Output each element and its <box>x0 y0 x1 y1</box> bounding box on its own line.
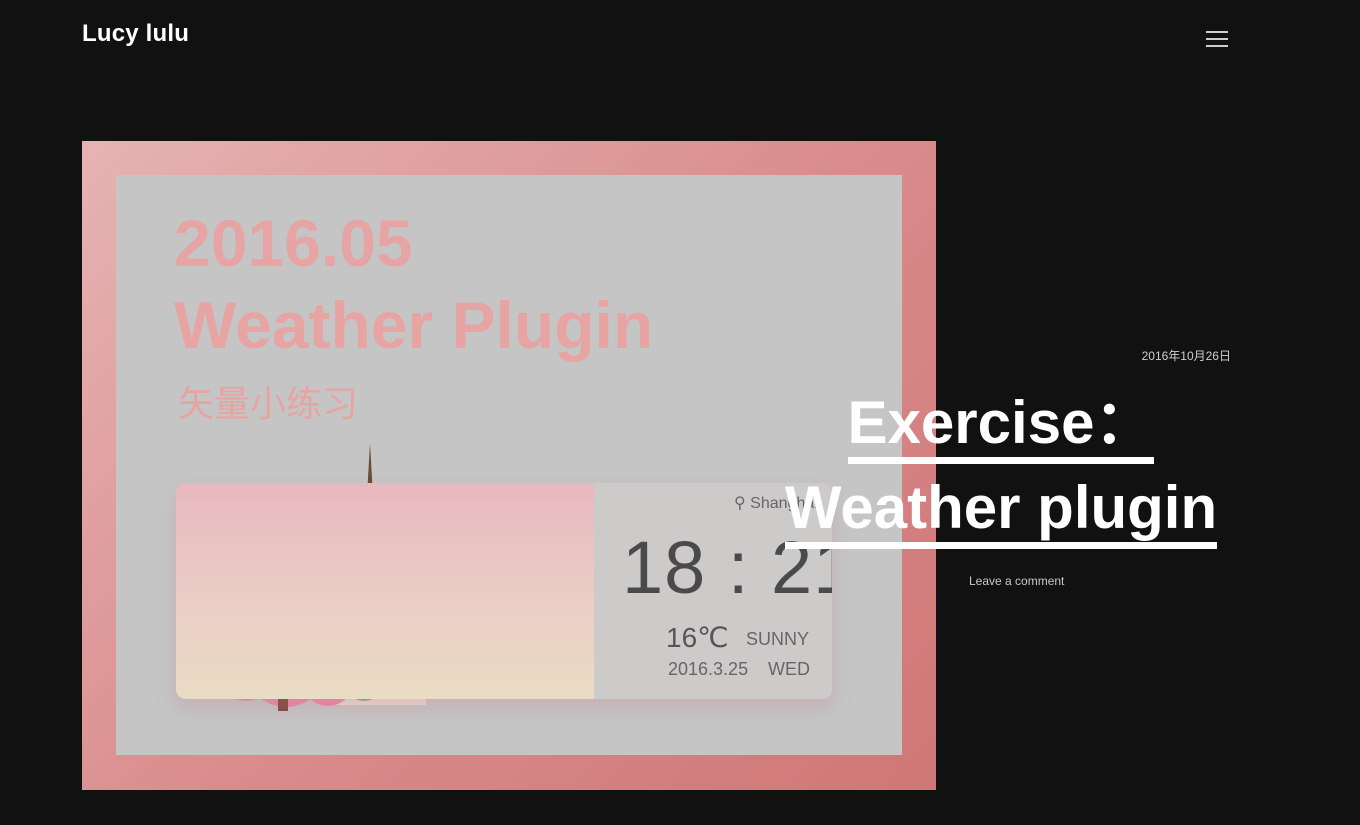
menu-bar <box>1206 31 1228 33</box>
hamburger-menu-icon[interactable] <box>1201 26 1231 52</box>
featured-image-year: 2016.05 <box>174 206 413 280</box>
leave-comment-link[interactable]: Leave a comment <box>969 574 1064 588</box>
weather-weekday: WED <box>768 659 810 679</box>
site-title-link[interactable]: Lucy lulu <box>82 20 189 48</box>
post-title-line-2[interactable]: Weather plugin <box>784 474 1218 549</box>
page: Lucy lulu 2016.05 Weather Plugin 矢量小练习 ⚲… <box>0 0 1360 825</box>
post-title: Exercise： Weather plugin <box>780 380 1222 550</box>
menu-bar <box>1206 45 1228 47</box>
post-date[interactable]: 2016年10月26日 <box>1100 347 1231 364</box>
weather-condition: SUNNY <box>746 629 810 649</box>
featured-image-subtitle: 矢量小练习 <box>178 384 359 425</box>
weather-widget: ⚲ Shanghai 18 : 21 16℃ SUNNY 2016.3.25 W… <box>176 483 832 699</box>
weather-date: 2016.3.25 <box>668 659 749 679</box>
weather-scene <box>176 483 594 699</box>
post-title-line-1[interactable]: Exercise： <box>847 389 1155 464</box>
featured-image-name: Weather Plugin <box>174 288 654 362</box>
menu-bar <box>1206 38 1228 40</box>
map-pin-icon: ⚲ <box>734 495 746 512</box>
weather-temperature: 16℃ <box>666 622 729 653</box>
